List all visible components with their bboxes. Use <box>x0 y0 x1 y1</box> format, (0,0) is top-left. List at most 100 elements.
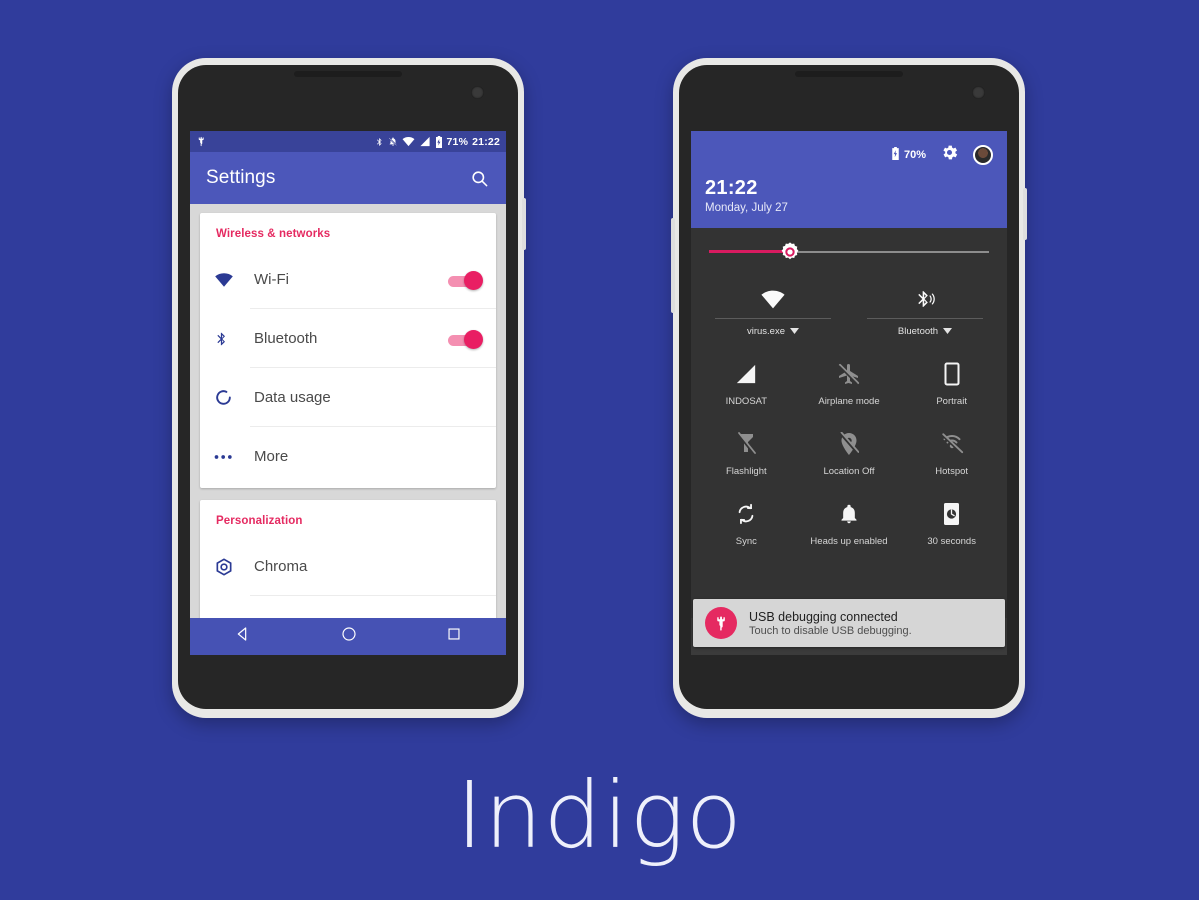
bluetooth-icon <box>859 282 991 316</box>
home-circle-icon[interactable] <box>341 626 357 647</box>
caret-down-icon[interactable] <box>790 326 799 337</box>
qs-tile-signal[interactable]: INDOSAT <box>695 349 798 419</box>
bluetooth-icon <box>214 329 250 349</box>
screen-timeout-icon <box>902 499 1001 529</box>
settings-row-label: More <box>254 448 289 465</box>
quick-settings-grid: INDOSAT Airplane mode Portrait Flashligh… <box>691 345 1007 559</box>
qs-tile-sync[interactable]: Sync <box>695 489 798 559</box>
battery-status: 70% <box>891 147 926 163</box>
status-bar-right-icons: 71% 21:22 <box>375 135 500 148</box>
settings-row-more[interactable]: More <box>200 427 496 486</box>
qs-tile-screen-timeout[interactable]: 30 seconds <box>900 489 1003 559</box>
qs-tile-hotspot[interactable]: Hotspot <box>900 419 1003 489</box>
qs-tile-label: Bluetooth <box>859 326 991 337</box>
hotspot-off-icon <box>902 429 1001 459</box>
qs-tile-label: INDOSAT <box>725 396 768 407</box>
clock-large: 21:22 <box>705 177 758 199</box>
signal-icon <box>697 359 796 389</box>
front-camera <box>471 86 484 99</box>
screen-left: 71% 21:22 Settings Wireless & networks W… <box>190 131 506 655</box>
navigation-bar <box>190 618 506 655</box>
screen-right: 70% 21:22 Monday, July 27 virus.exe Blue… <box>691 131 1007 655</box>
qs-tile-label: Portrait <box>936 396 967 407</box>
volume-button[interactable] <box>671 218 675 313</box>
settings-row-label: Chroma <box>254 558 308 575</box>
settings-row-layers[interactable]: Layers <box>200 596 496 618</box>
qs-tile-flashlight[interactable]: Flashlight <box>695 419 798 489</box>
qs-tile-portrait[interactable]: Portrait <box>900 349 1003 419</box>
avatar[interactable] <box>973 145 993 165</box>
qs-tile-wifi[interactable]: virus.exe <box>697 276 849 345</box>
signal-icon <box>419 136 431 147</box>
qs-tile-airplane-mode[interactable]: Airplane mode <box>798 349 901 419</box>
qs-tile-label: Hotspot <box>935 466 969 477</box>
back-triangle-icon[interactable] <box>235 626 251 647</box>
qs-tile-label: 30 seconds <box>927 536 976 547</box>
divider <box>867 318 983 319</box>
brightness-gear-thumb[interactable] <box>779 241 801 263</box>
caret-down-icon[interactable] <box>943 326 953 337</box>
battery-charging-icon <box>891 147 900 163</box>
usb-debug-icon <box>196 136 207 147</box>
battery-percent: 71% <box>446 135 469 148</box>
settings-card-personalization: Personalization Chroma Layers <box>200 500 496 618</box>
settings-row-bluetooth[interactable]: Bluetooth <box>200 309 496 368</box>
settings-scroll-area[interactable]: Wireless & networks Wi-Fi Bluetooth Data… <box>190 204 506 618</box>
wifi-icon <box>707 282 839 316</box>
battery-charging-icon <box>435 135 443 148</box>
power-button[interactable] <box>1023 188 1027 240</box>
settings-row-label: Wi-Fi <box>254 271 289 288</box>
qs-tile-label: Sync <box>735 536 757 547</box>
phone-device-left: 71% 21:22 Settings Wireless & networks W… <box>172 58 526 718</box>
quick-settings-header: 70% 21:22 Monday, July 27 <box>691 131 1007 228</box>
sync-icon <box>697 499 796 529</box>
battery-percent-label: 70% <box>903 149 926 161</box>
qs-tile-location[interactable]: Location Off <box>798 419 901 489</box>
date-label: Monday, July 27 <box>705 202 788 214</box>
qs-tile-label: Heads up enabled <box>810 536 888 547</box>
search-icon[interactable] <box>468 167 490 189</box>
notification-usb-debugging[interactable]: USB debugging connected Touch to disable… <box>693 599 1005 647</box>
app-bar: Settings <box>190 152 506 204</box>
slider-fill <box>709 250 788 253</box>
settings-row-label: Data usage <box>254 389 331 406</box>
earpiece-speaker <box>294 71 402 77</box>
section-header-personalization: Personalization <box>216 515 303 527</box>
phone-device-right: 70% 21:22 Monday, July 27 virus.exe Blue… <box>671 58 1027 718</box>
notification-subtitle: Touch to disable USB debugging. <box>749 624 912 637</box>
status-bar-clock: 21:22 <box>472 135 500 148</box>
portrait-icon <box>902 359 1001 389</box>
data-usage-icon <box>214 388 250 407</box>
chroma-icon <box>214 557 250 577</box>
page-title: Settings <box>206 167 276 188</box>
section-header-wireless: Wireless & networks <box>216 228 331 240</box>
bluetooth-toggle[interactable] <box>448 329 483 349</box>
bell-icon <box>800 499 899 529</box>
qs-tile-label: Location Off <box>823 466 875 477</box>
settings-row-wifi[interactable]: Wi-Fi <box>200 250 496 309</box>
status-bar-left-icons <box>196 136 207 147</box>
usb-debug-icon <box>705 607 737 639</box>
more-dots-icon <box>214 454 250 460</box>
qs-tile-label: Airplane mode <box>818 396 880 407</box>
flashlight-off-icon <box>697 429 796 459</box>
qs-tile-bluetooth[interactable]: Bluetooth <box>849 276 1001 345</box>
location-off-icon <box>800 429 899 459</box>
quick-settings-header-top: 70% <box>705 143 993 167</box>
settings-row-chroma[interactable]: Chroma <box>200 537 496 596</box>
gear-icon[interactable] <box>940 143 959 167</box>
wifi-icon <box>214 272 250 288</box>
qs-tile-heads-up[interactable]: Heads up enabled <box>798 489 901 559</box>
wifi-toggle[interactable] <box>448 270 483 290</box>
settings-row-data-usage[interactable]: Data usage <box>200 368 496 427</box>
notification-text: USB debugging connected Touch to disable… <box>749 610 912 637</box>
settings-card-wireless: Wireless & networks Wi-Fi Bluetooth Data… <box>200 213 496 488</box>
notification-title: USB debugging connected <box>749 609 898 624</box>
quick-settings-wide-tiles: virus.exe Bluetooth <box>691 276 1007 345</box>
power-button[interactable] <box>522 198 526 250</box>
wifi-icon <box>402 136 415 147</box>
brightness-slider[interactable] <box>709 241 989 263</box>
status-bar: 71% 21:22 <box>190 131 506 152</box>
divider <box>715 318 831 319</box>
recents-square-icon[interactable] <box>447 627 461 646</box>
